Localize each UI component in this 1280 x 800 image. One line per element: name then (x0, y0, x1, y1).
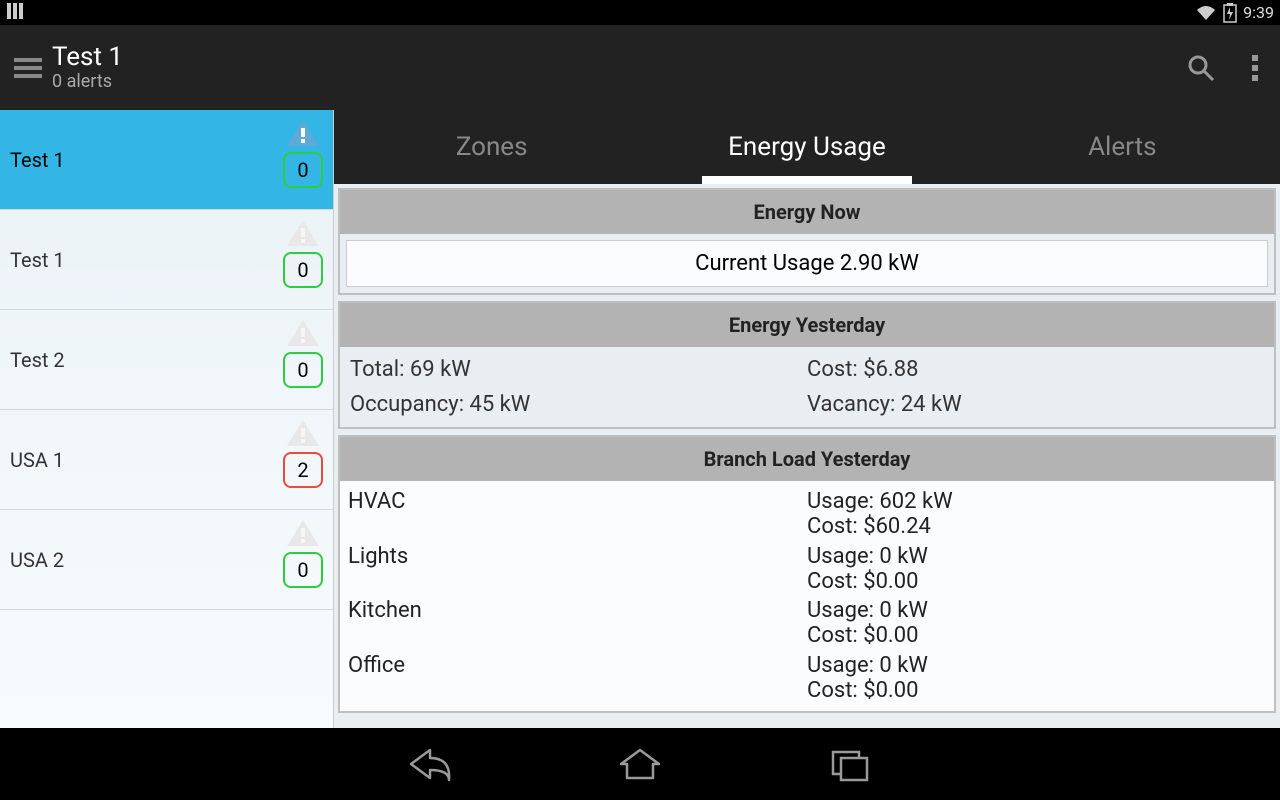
energy-vacancy: Vacancy: 24 kW (807, 392, 1264, 417)
energy-total: Total: 69 kW (350, 357, 807, 382)
back-button[interactable] (405, 744, 455, 784)
sidebar-item[interactable]: USA 1 2 (0, 410, 333, 510)
panel-heading: Branch Load Yesterday (340, 437, 1274, 481)
panel-heading: Energy Yesterday (340, 303, 1274, 347)
panel-energy-yesterday: Energy Yesterday Total: 69 kW Cost: $6.8… (338, 301, 1276, 429)
sidebar-item-label: Test 1 (10, 248, 65, 272)
branch-values: Usage: 0 kWCost: $0.00 (807, 598, 1266, 649)
tab[interactable]: Energy Usage (649, 110, 964, 184)
alert-count-badge: 0 (283, 552, 323, 588)
status-app-icon (6, 2, 24, 24)
sidebar-item-label: Test 1 (10, 148, 65, 172)
branch-name: Lights (348, 544, 807, 595)
alert-triangle-icon (285, 418, 321, 448)
site-sidebar: Test 1 0 Test 1 0 Test 2 0 USA 1 2 USA 2 0 (0, 110, 334, 728)
sidebar-item-label: USA 1 (10, 448, 64, 472)
branch-row: KitchenUsage: 0 kWCost: $0.00 (348, 596, 1266, 651)
action-bar: Test 1 0 alerts (0, 25, 1280, 110)
panel-energy-now: Energy Now Current Usage 2.90 kW (338, 188, 1276, 295)
energy-occupancy: Occupancy: 45 kW (350, 392, 807, 417)
recent-apps-button[interactable] (825, 744, 875, 784)
alert-count-badge: 0 (283, 252, 323, 288)
energy-cost: Cost: $6.88 (807, 357, 1264, 382)
branch-values: Usage: 0 kWCost: $0.00 (807, 653, 1266, 704)
branch-row: LightsUsage: 0 kWCost: $0.00 (348, 542, 1266, 597)
sidebar-item-label: Test 2 (10, 348, 65, 372)
alert-count-badge: 2 (283, 452, 323, 488)
branch-row: OfficeUsage: 0 kWCost: $0.00 (348, 651, 1266, 706)
search-icon[interactable] (1186, 53, 1216, 83)
sidebar-item[interactable]: Test 1 0 (0, 210, 333, 310)
home-button[interactable] (615, 744, 665, 784)
battery-charging-icon (1223, 3, 1237, 23)
sidebar-item[interactable]: Test 1 0 (0, 110, 333, 210)
sidebar-item[interactable]: USA 2 0 (0, 510, 333, 610)
branch-values: Usage: 0 kWCost: $0.00 (807, 544, 1266, 595)
overflow-menu-icon[interactable] (1250, 53, 1260, 83)
menu-icon[interactable] (14, 54, 42, 82)
android-nav-bar (0, 728, 1280, 800)
status-bar: 9:39 (0, 0, 1280, 25)
panel-branch-load: Branch Load Yesterday HVACUsage: 602 kWC… (338, 435, 1276, 713)
alert-count-badge: 0 (283, 152, 323, 188)
sidebar-item-label: USA 2 (10, 548, 64, 572)
alert-triangle-icon (285, 218, 321, 248)
branch-name: Office (348, 653, 807, 704)
page-title-block: Test 1 0 alerts (52, 43, 123, 93)
branch-name: HVAC (348, 489, 807, 540)
tab[interactable]: Alerts (965, 110, 1280, 184)
page-title: Test 1 (52, 43, 123, 72)
current-usage-value: Current Usage 2.90 kW (346, 240, 1268, 287)
branch-name: Kitchen (348, 598, 807, 649)
alert-count-badge: 0 (283, 352, 323, 388)
status-time: 9:39 (1243, 3, 1274, 22)
alert-triangle-icon (285, 118, 321, 148)
branch-row: HVACUsage: 602 kWCost: $60.24 (348, 487, 1266, 542)
tab-bar: ZonesEnergy UsageAlerts (334, 110, 1280, 184)
wifi-icon (1195, 4, 1217, 22)
alert-triangle-icon (285, 318, 321, 348)
panel-heading: Energy Now (340, 190, 1274, 234)
tab[interactable]: Zones (334, 110, 649, 184)
branch-values: Usage: 602 kWCost: $60.24 (807, 489, 1266, 540)
main-content: ZonesEnergy UsageAlerts Energy Now Curre… (334, 110, 1280, 728)
sidebar-item[interactable]: Test 2 0 (0, 310, 333, 410)
page-subtitle: 0 alerts (52, 71, 123, 92)
alert-triangle-icon (285, 518, 321, 548)
